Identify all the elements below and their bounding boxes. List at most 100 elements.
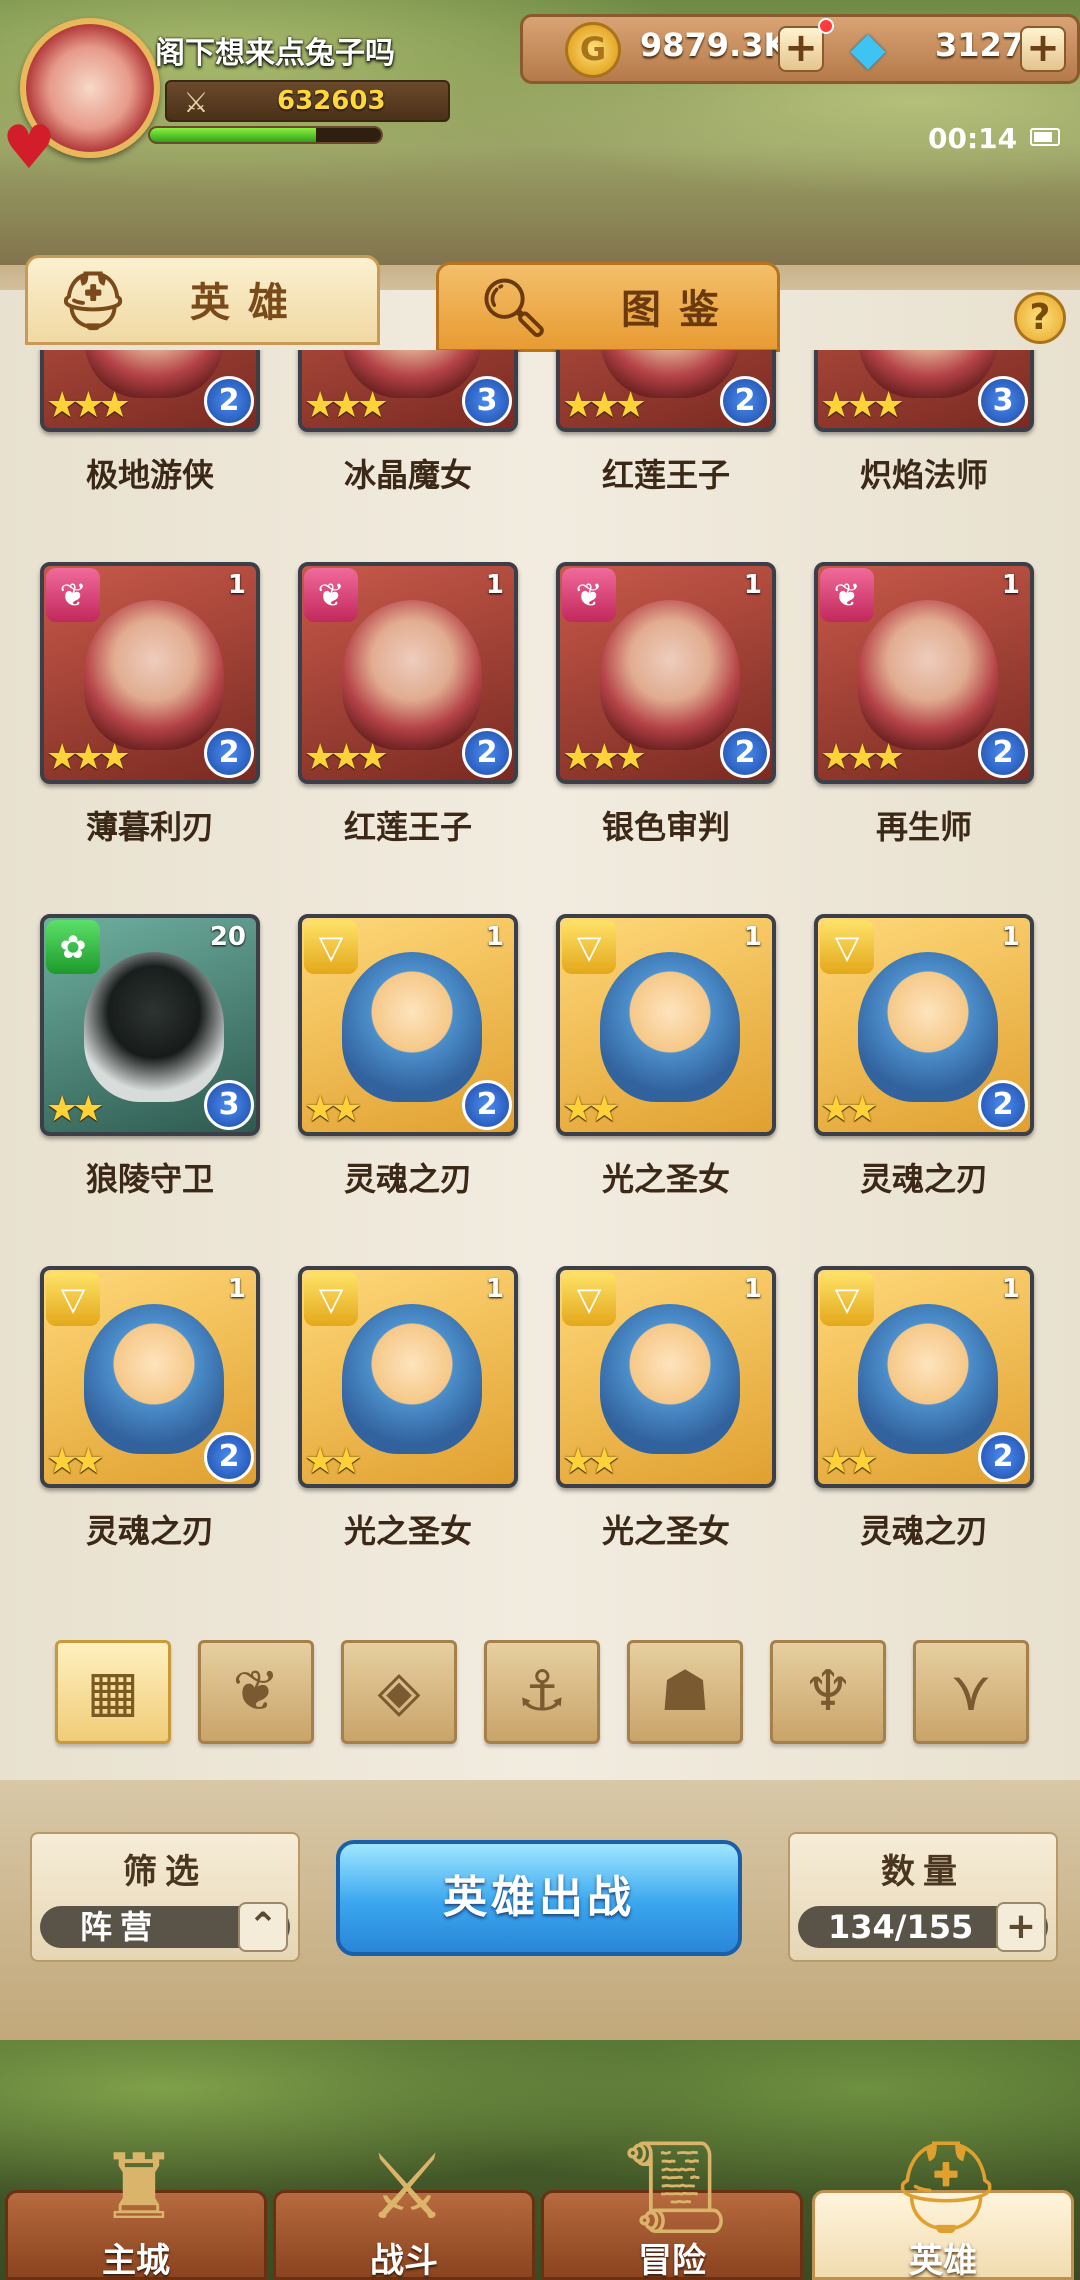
- expand-capacity-button[interactable]: +: [996, 1902, 1046, 1952]
- pink-faction-icon: ❦: [304, 568, 358, 622]
- hero-name: 光之圣女: [343, 1512, 472, 1550]
- hero-card[interactable]: ★★★ 3: [298, 350, 518, 432]
- hero-rank-badge: 2: [978, 1080, 1028, 1130]
- hero-card[interactable]: ★★★ 3: [814, 350, 1034, 432]
- hero-rank-badge: 2: [204, 376, 254, 426]
- coin-value: 9879.3K: [640, 26, 789, 64]
- add-gems-button[interactable]: +: [1020, 26, 1066, 72]
- hero-rank-badge: 2: [204, 1432, 254, 1482]
- hero-card[interactable]: ❦ 1 ★★★ 2: [40, 562, 260, 784]
- count-value: 134/155: [828, 1908, 974, 1946]
- filter-diamond-button[interactable]: ◈: [341, 1640, 457, 1744]
- filter-grid-button[interactable]: ▦: [55, 1640, 171, 1744]
- hero-level: 1: [485, 922, 504, 952]
- hero-card[interactable]: ❦ 1 ★★★ 2: [556, 562, 776, 784]
- hero-card[interactable]: ▽ 1 ★★: [556, 1266, 776, 1488]
- hero-rank-badge: 2: [978, 728, 1028, 778]
- chevron-up-icon[interactable]: ⌃: [238, 1902, 288, 1952]
- hero-rank-badge: 2: [720, 728, 770, 778]
- hero-name: 灵魂之刃: [343, 1160, 472, 1198]
- hero-name: 灵魂之刃: [859, 1512, 988, 1550]
- star-rating: ★★: [562, 1089, 620, 1130]
- star-rating: ★★★: [562, 737, 647, 778]
- filter-box: 筛选 阵营 ⌃: [30, 1832, 300, 1962]
- exp-fill: [150, 128, 317, 142]
- hero-grid[interactable]: ★★★ 2 极地游侠 ★★★ 3 冰晶魔女 ★★★ 2 红莲王子 ★★★ 3 炽焰法师 ❦ 1 ★★★ 2 薄暮…: [0, 350, 1080, 1550]
- help-button[interactable]: ?: [1014, 292, 1066, 344]
- hero-card[interactable]: ✿ 20 ★★ 3: [40, 914, 260, 1136]
- yellow-faction-icon: ▽: [46, 1272, 100, 1326]
- nav-adventure[interactable]: 📜︎ 冒险: [541, 2135, 803, 2280]
- filter-anchor-button[interactable]: ⚓: [484, 1640, 600, 1744]
- hero-rank-badge: 2: [204, 728, 254, 778]
- tab-heroes-label: 英雄: [190, 280, 306, 326]
- filter-flame-button[interactable]: ❦: [198, 1640, 314, 1744]
- filter-beast-button[interactable]: ☗: [627, 1640, 743, 1744]
- hero-portrait: [600, 1304, 740, 1454]
- power-bar: ⚔ 632603: [165, 80, 450, 122]
- count-title: 数量: [881, 1852, 965, 1892]
- hero-card[interactable]: ★★★ 2: [556, 350, 776, 432]
- hero-portrait: [858, 952, 998, 1102]
- yellow-faction-icon: ▽: [304, 920, 358, 974]
- hero-card[interactable]: ▽ 1 ★★: [556, 914, 776, 1136]
- exp-bar: [148, 126, 383, 144]
- hero-name: 红莲王子: [601, 456, 730, 494]
- hero-portrait: [858, 600, 998, 750]
- hero-level: 1: [743, 922, 762, 952]
- star-rating: ★★: [46, 1089, 104, 1130]
- hero-rank-badge: 3: [978, 376, 1028, 426]
- beast-icon: ☗: [659, 1659, 711, 1724]
- anchor-icon: ⚓: [516, 1659, 568, 1724]
- hero-card[interactable]: ▽ 1 ★★ 2: [814, 914, 1034, 1136]
- crossed-swords-icon: ⚔: [183, 86, 209, 119]
- star-rating: ★★: [46, 1441, 104, 1482]
- hero-portrait: [600, 952, 740, 1102]
- hero-level: 1: [1001, 1274, 1020, 1304]
- gold-coin-icon: G: [565, 22, 621, 78]
- hero-portrait: [342, 952, 482, 1102]
- hero-portrait: [858, 1304, 998, 1454]
- flame-icon: ❦: [232, 1659, 280, 1724]
- diamond-icon: ◆: [850, 21, 886, 75]
- nav-label: 主城: [102, 2241, 170, 2280]
- hero-level: 1: [485, 570, 504, 600]
- grid-icon: ▦: [86, 1659, 140, 1724]
- hero-portrait: [342, 1304, 482, 1454]
- nav-label: 英雄: [909, 2241, 977, 2280]
- hero-portrait: [342, 600, 482, 750]
- pink-faction-icon: ❦: [562, 568, 616, 622]
- hero-rank-badge: 2: [462, 1080, 512, 1130]
- hero-card[interactable]: ▽ 1 ★★ 2: [814, 1266, 1034, 1488]
- hero-name: 炽焰法师: [859, 456, 988, 494]
- notification-dot: [818, 18, 834, 34]
- nav-city[interactable]: ♜ 主城: [5, 2135, 267, 2280]
- hero-name: 红莲王子: [343, 808, 472, 846]
- tab-heroes[interactable]: ⛑ 英雄: [25, 255, 380, 345]
- pink-faction-icon: ❦: [820, 568, 874, 622]
- hero-card[interactable]: ▽ 1 ★★ 2: [40, 1266, 260, 1488]
- hero-card[interactable]: ▽ 1 ★★: [298, 1266, 518, 1488]
- deploy-heroes-button[interactable]: 英雄出战: [336, 1840, 742, 1956]
- star-rating: ★★★: [562, 385, 647, 426]
- filter-horned-button[interactable]: ♆: [770, 1640, 886, 1744]
- magnifier-icon: 🔍︎: [478, 276, 550, 341]
- hero-card[interactable]: ❦ 1 ★★★ 2: [814, 562, 1034, 784]
- filter-v-button[interactable]: ⋎: [913, 1640, 1029, 1744]
- count-box: 数量 134/155 +: [788, 1832, 1058, 1962]
- hero-card[interactable]: ❦ 1 ★★★ 2: [298, 562, 518, 784]
- hero-rank-badge: 2: [978, 1432, 1028, 1482]
- hero-card[interactable]: ★★★ 2: [40, 350, 260, 432]
- hero-name: 灵魂之刃: [859, 1160, 988, 1198]
- tab-codex[interactable]: 🔍︎ 图鉴: [436, 262, 780, 352]
- hero-name: 银色审判: [601, 808, 730, 846]
- nav-heroes[interactable]: ⛑ 英雄: [812, 2135, 1074, 2280]
- hero-name: 灵魂之刃: [85, 1512, 214, 1550]
- yellow-faction-icon: ▽: [304, 1272, 358, 1326]
- star-rating: ★★★: [304, 385, 389, 426]
- yellow-faction-icon: ▽: [562, 1272, 616, 1326]
- hero-name: 极地游侠: [85, 456, 214, 494]
- nav-battle[interactable]: ⚔ 战斗: [273, 2135, 535, 2280]
- add-coins-button[interactable]: +: [778, 26, 824, 72]
- hero-card[interactable]: ▽ 1 ★★ 2: [298, 914, 518, 1136]
